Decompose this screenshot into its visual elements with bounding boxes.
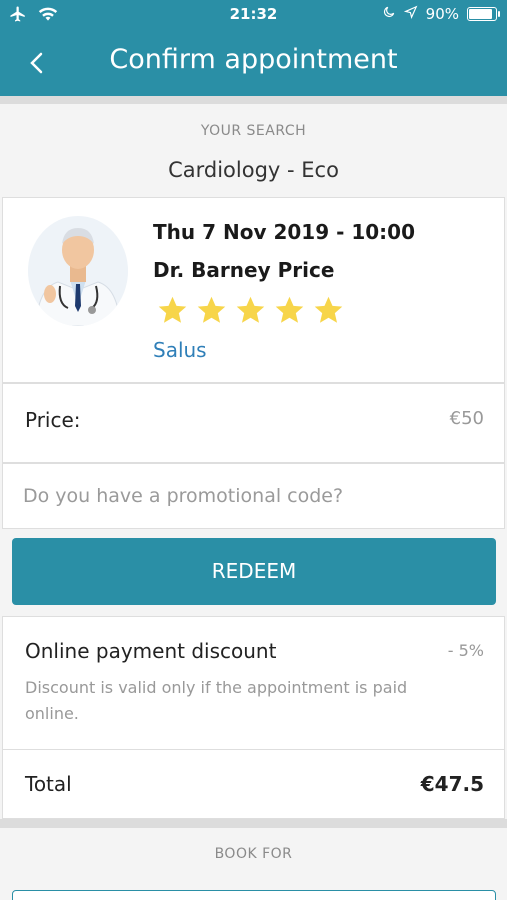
star-icon — [158, 296, 187, 323]
battery-fill — [469, 9, 492, 19]
doctor-name: Dr. Barney Price — [153, 258, 335, 282]
status-bar: 21:32 90% — [0, 0, 507, 30]
discount-label: Online payment discount — [25, 639, 277, 663]
divider — [0, 819, 507, 828]
battery-percent: 90% — [425, 5, 459, 23]
star-icon — [236, 296, 265, 323]
book-for-label: BOOK FOR — [214, 846, 293, 862]
search-section-label: YOUR SEARCH — [200, 123, 307, 139]
price-label: Price: — [25, 408, 81, 432]
header-bar: Confirm appointment — [0, 30, 507, 96]
book-for-selector[interactable] — [12, 890, 496, 900]
total-row: Total €47.5 — [2, 749, 505, 819]
promo-code-input[interactable] — [23, 476, 483, 516]
divider — [0, 96, 507, 104]
discount-row: Online payment discount - 5% Discount is… — [2, 616, 505, 750]
battery-icon — [467, 7, 500, 21]
location-arrow-icon — [403, 5, 418, 23]
page-title: Confirm appointment — [109, 44, 398, 75]
price-value: €50 — [449, 408, 484, 429]
moon-icon — [382, 5, 396, 23]
discount-value: - 5% — [447, 641, 484, 660]
rating-stars — [155, 294, 346, 327]
promo-code-row — [2, 463, 505, 529]
clinic-link[interactable]: Salus — [153, 338, 207, 362]
star-icon — [275, 296, 304, 323]
discount-note: Discount is valid only if the appointmen… — [25, 678, 408, 723]
doctor-avatar — [28, 216, 128, 326]
star-icon — [314, 296, 343, 323]
appointment-datetime: Thu 7 Nov 2019 - 10:00 — [153, 220, 415, 244]
total-label: Total — [25, 772, 72, 796]
search-value: Cardiology - Eco — [168, 158, 339, 182]
total-value: €47.5 — [420, 772, 484, 796]
star-icon — [197, 296, 226, 323]
redeem-button[interactable]: REDEEM — [12, 538, 496, 605]
appointment-card: Thu 7 Nov 2019 - 10:00 Dr. Barney Price … — [2, 197, 505, 383]
price-row: Price: €50 — [2, 383, 505, 463]
